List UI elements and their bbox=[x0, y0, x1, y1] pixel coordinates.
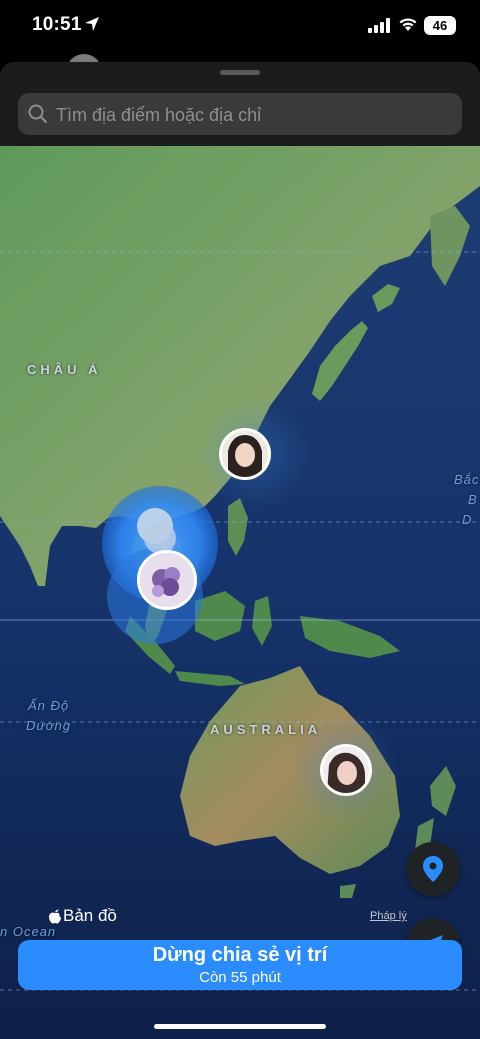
screen: 10:51 46 Tìm địa điểm hoặc địa chỉ CHÂU … bbox=[0, 0, 480, 1039]
ocean-label-indian-1: Ấn Độ bbox=[28, 698, 70, 713]
friend-avatar-australia[interactable] bbox=[320, 744, 372, 796]
stop-sharing-location-button[interactable]: Dừng chia sẻ vị trí Còn 55 phút bbox=[18, 940, 462, 990]
ocean-label-southern: n Ocean bbox=[0, 924, 57, 939]
friend-avatar-japan[interactable] bbox=[219, 428, 271, 480]
ocean-label-pacific-3: D bbox=[462, 512, 473, 527]
legal-link[interactable]: Pháp lý bbox=[370, 910, 407, 922]
person-photo-icon bbox=[323, 747, 369, 793]
map-label-australia: AUSTRALIA bbox=[210, 722, 322, 737]
home-indicator[interactable] bbox=[154, 1024, 326, 1029]
flower-photo-icon bbox=[140, 553, 194, 607]
search-input[interactable] bbox=[54, 93, 458, 137]
map-label-asia: CHÂU Á bbox=[27, 362, 102, 377]
ocean-label-indian-2: Dương bbox=[26, 718, 71, 733]
cellular-signal-icon bbox=[368, 18, 390, 33]
battery-level: 46 bbox=[432, 18, 448, 33]
ocean-label-pacific-1: Bắc bbox=[454, 472, 480, 487]
pin-location-button[interactable] bbox=[406, 842, 460, 896]
location-arrow-icon bbox=[85, 17, 99, 31]
status-time: 10:51 bbox=[32, 14, 82, 35]
wifi-icon bbox=[399, 18, 417, 31]
ocean-label-pacific-2: B bbox=[468, 492, 478, 507]
map-pin-icon bbox=[423, 856, 443, 882]
search-bar[interactable] bbox=[18, 93, 462, 137]
sheet-grabber[interactable] bbox=[220, 70, 260, 75]
remaining-time: Còn 55 phút bbox=[199, 969, 281, 986]
maps-brand-label: Bản đồ bbox=[63, 906, 117, 925]
search-icon bbox=[28, 104, 48, 124]
apple-maps-attribution: Bản đồ bbox=[48, 906, 117, 926]
battery-indicator: 46 bbox=[424, 16, 456, 35]
apple-logo-icon bbox=[49, 909, 61, 924]
person-photo-icon bbox=[222, 431, 268, 477]
status-bar: 10:51 46 bbox=[0, 0, 480, 56]
stop-sharing-title: Dừng chia sẻ vị trí bbox=[152, 944, 328, 966]
my-avatar[interactable] bbox=[137, 550, 197, 610]
find-my-sheet: CHÂU Á AUSTRALIA Ấn Độ Dương Bắc B D n O… bbox=[0, 62, 480, 1039]
